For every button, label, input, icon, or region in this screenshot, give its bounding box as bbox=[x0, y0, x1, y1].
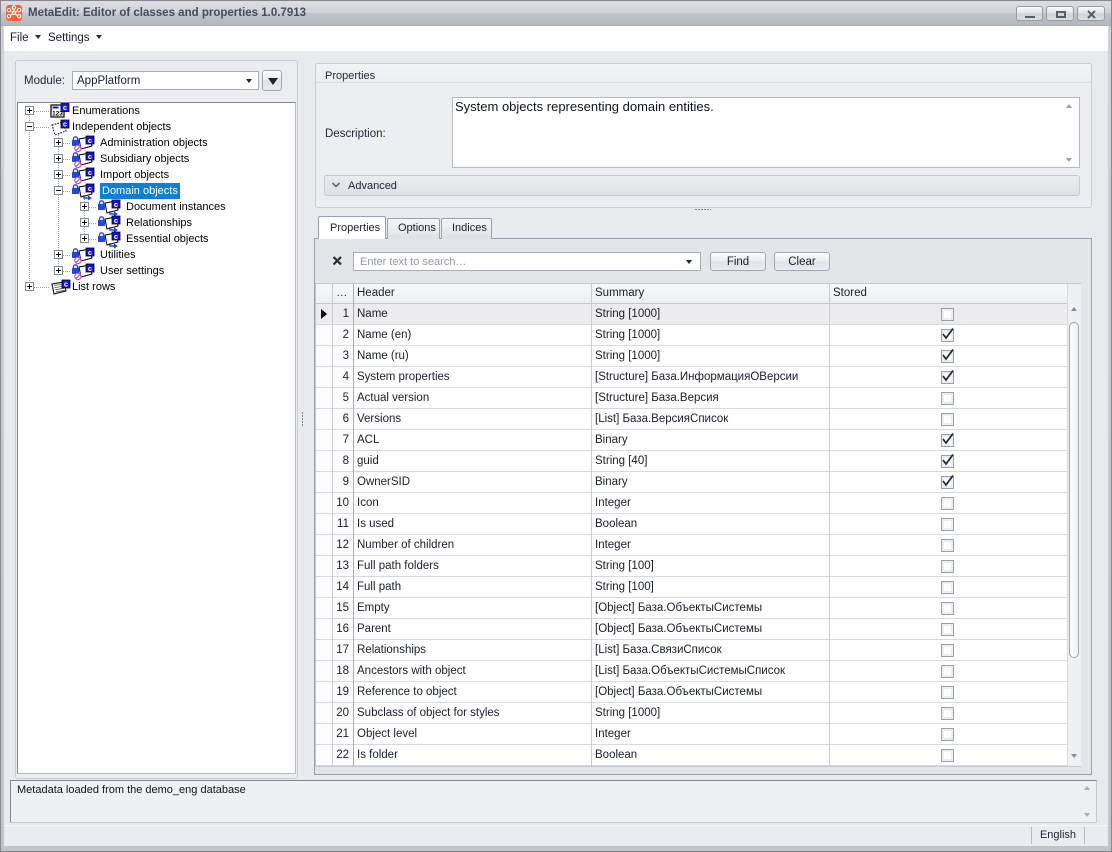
svg-text:c: c bbox=[114, 232, 118, 241]
svg-text:c: c bbox=[114, 200, 118, 209]
svg-text:c: c bbox=[63, 103, 67, 112]
svg-text:c: c bbox=[63, 120, 67, 129]
svg-text:c: c bbox=[88, 248, 92, 257]
svg-text:c: c bbox=[88, 264, 92, 273]
svg-text:c: c bbox=[88, 168, 92, 177]
svg-text:c: c bbox=[64, 280, 68, 289]
svg-text:c: c bbox=[114, 216, 118, 225]
svg-text:c: c bbox=[88, 184, 92, 193]
svg-text:c: c bbox=[88, 152, 92, 161]
svg-text:c: c bbox=[88, 136, 92, 145]
